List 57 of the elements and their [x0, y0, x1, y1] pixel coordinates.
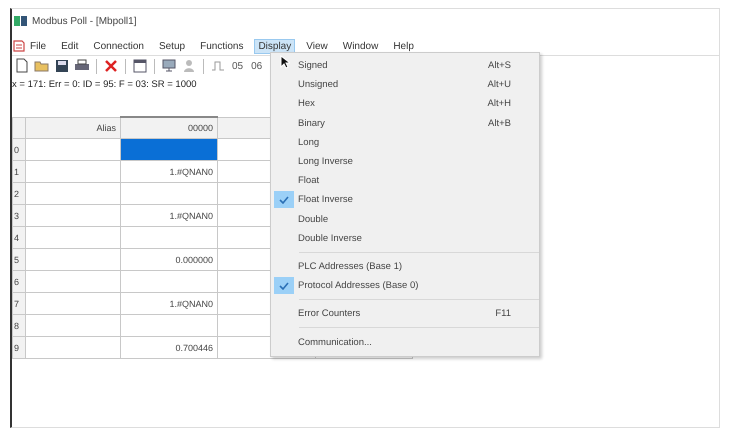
menu-option[interactable]: Float [271, 171, 539, 190]
menu-option[interactable]: Hex Alt+H [271, 94, 539, 114]
row-header: 1 [12, 160, 26, 182]
row-header: 6 [12, 270, 26, 292]
window-title: Modbus Poll - [Mbpoll1] [32, 16, 136, 26]
menu-option[interactable]: Double [271, 210, 539, 229]
menu-option[interactable]: Long Inverse [271, 152, 539, 172]
menu-option[interactable]: Communication... [271, 332, 539, 352]
menu-option[interactable]: Float Inverse [271, 190, 539, 210]
menu-item[interactable]: File [26, 38, 50, 54]
app-icon [14, 15, 28, 27]
table-cell[interactable]: 1.#QNAN0 [120, 204, 218, 226]
menu-option[interactable]: Protocol Addresses (Base 0) [271, 276, 539, 296]
table-cell[interactable] [120, 138, 218, 160]
menu-option[interactable]: Signed Alt+S [271, 56, 539, 76]
table-cell[interactable]: 1.#QNAN0 [120, 292, 218, 314]
table-cell[interactable]: 0.700446 [120, 336, 218, 358]
table-cell[interactable]: 0.000000 [120, 248, 218, 270]
monitor-icon[interactable] [161, 58, 177, 74]
menu-item[interactable]: Help [389, 38, 418, 54]
menu-item[interactable]: Window [338, 38, 382, 54]
close-icon[interactable] [103, 58, 119, 74]
menu-item[interactable]: View [302, 38, 332, 54]
row-header: 7 [12, 292, 26, 314]
corner-cell [12, 117, 26, 138]
menu-item[interactable]: Connection [89, 38, 148, 54]
table-cell[interactable] [120, 270, 218, 292]
row-header: 9 [12, 336, 26, 358]
table-cell[interactable] [120, 314, 218, 336]
row-header: 0 [12, 138, 26, 160]
table-cell[interactable] [120, 182, 218, 204]
menu-item[interactable]: Setup [154, 38, 190, 54]
menu-option[interactable]: Error Counters F11 [271, 304, 539, 324]
menu-item[interactable]: Display [254, 38, 296, 54]
menu-option[interactable]: Binary Alt+B [271, 114, 539, 133]
new-file-icon[interactable] [14, 58, 30, 74]
table-cell[interactable]: 1.#QNAN0 [120, 160, 218, 182]
column-header: 00000 [120, 117, 218, 138]
function-button[interactable]: 06 [249, 60, 264, 72]
menu-option[interactable]: PLC Addresses (Base 1) [271, 256, 539, 276]
menu-option[interactable]: Unsigned Alt+U [271, 75, 539, 94]
row-header: 2 [12, 182, 26, 204]
row-header: 4 [12, 226, 26, 248]
window-icon[interactable] [132, 58, 148, 74]
menu-option[interactable]: Long [271, 132, 539, 152]
menu-option[interactable]: Double Inverse [271, 228, 539, 248]
column-header: Alias [26, 117, 120, 138]
menu-item[interactable]: Edit [57, 38, 82, 54]
function-button[interactable]: 05 [230, 60, 246, 72]
row-header: 5 [12, 248, 26, 270]
row-header: 3 [12, 204, 26, 226]
row-header: 8 [12, 314, 26, 336]
save-icon[interactable] [54, 58, 70, 74]
table-cell[interactable] [120, 226, 218, 248]
cursor-icon [280, 55, 290, 69]
menu-item[interactable]: Functions [196, 38, 248, 54]
status-line: x = 171: Err = 0: ID = 95: F = 03: SR = 1000 [12, 78, 197, 92]
